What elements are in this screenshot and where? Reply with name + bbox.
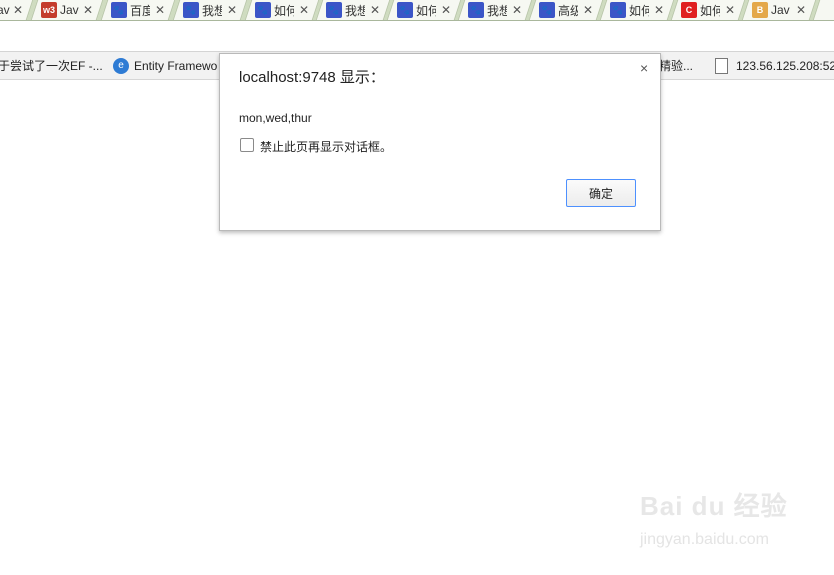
browser-tab[interactable]: Jav ✕ <box>0 0 34 20</box>
browser-tab[interactable]: 🐾 我想 ✕ <box>315 0 391 20</box>
suppress-dialogs-checkbox[interactable] <box>240 138 254 152</box>
tab-close-icon[interactable]: ✕ <box>583 3 593 17</box>
tab-strip: Jav ✕ w3 Jav ✕ 🐾 百度 ✕ 🐾 我想 ✕ 🐾 如何 ✕ 🐾 我想 ✕ 🐾 如何 ✕ 🐾 我想… <box>0 0 834 21</box>
tab-close-icon[interactable]: ✕ <box>512 3 522 17</box>
tab-title: 我想 <box>487 3 507 18</box>
tab-close-icon[interactable]: ✕ <box>299 3 309 17</box>
browser-tab[interactable]: B Jav ✕ <box>741 0 817 20</box>
page-icon <box>715 57 728 74</box>
bookmark-label: 精验... <box>659 59 694 73</box>
dialog-title: localhost:9748 显示： <box>239 69 385 86</box>
browser-tab[interactable]: 🐾 我想 ✕ <box>457 0 533 20</box>
baidu-paw-icon: 🐾 <box>468 2 484 18</box>
browser-toolbar <box>0 21 834 52</box>
baidu-paw-icon: 🐾 <box>183 2 199 18</box>
csdn-icon: C <box>681 2 697 18</box>
bookmark-item[interactable]: 精验... <box>659 52 693 79</box>
bookmark-item[interactable]: 于尝试了一次EF -... <box>0 52 103 79</box>
tab-title: Jav <box>0 3 10 17</box>
new-tab-button[interactable] <box>812 0 834 20</box>
js-icon: B <box>752 2 768 18</box>
baidu-paw-icon: 🐾 <box>539 2 555 18</box>
browser-tab[interactable]: 🐾 百度 ✕ <box>100 0 176 20</box>
tab-close-icon[interactable]: ✕ <box>83 3 93 17</box>
bookmark-item[interactable]: e Entity Framewo <box>113 52 217 79</box>
alert-dialog: localhost:9748 显示： × mon,wed,thur 禁止此页再显… <box>219 53 661 231</box>
bookmark-label: 123.56.125.208:52 <box>736 58 834 73</box>
browser-tab[interactable]: 🐾 我想 ✕ <box>172 0 248 20</box>
watermark-logo: Bai du 经验 <box>640 491 788 521</box>
browser-tab[interactable]: 🐾 如何 ✕ <box>599 0 675 20</box>
bookmark-item[interactable]: 123.56.125.208:52 <box>715 52 834 79</box>
tab-close-icon[interactable]: ✕ <box>155 3 165 17</box>
suppress-dialogs-label[interactable]: 禁止此页再显示对话框。 <box>260 138 392 155</box>
close-icon[interactable]: × <box>640 60 648 76</box>
baidu-paw-icon: 🐾 <box>326 2 342 18</box>
watermark-url: jingyan.baidu.com <box>640 531 769 548</box>
w3school-icon: w3 <box>41 2 57 18</box>
browser-tab[interactable]: C 如何 ✕ <box>670 0 746 20</box>
tab-title: 如何 <box>416 3 436 18</box>
browser-tab[interactable]: 🐾 如何 ✕ <box>244 0 320 20</box>
tab-title: 如何 <box>629 3 649 18</box>
tab-close-icon[interactable]: ✕ <box>796 3 806 17</box>
tab-title: 高级 <box>558 3 578 18</box>
baidu-paw-icon: 🐾 <box>255 2 271 18</box>
tab-close-icon[interactable]: ✕ <box>725 3 735 17</box>
browser-tab[interactable]: 🐾 高级 ✕ <box>528 0 604 20</box>
baidu-paw-icon: 🐾 <box>111 2 127 18</box>
tab-title: Jav <box>60 3 79 17</box>
tab-title: 我想 <box>345 3 365 18</box>
tab-title: Jav <box>771 3 790 17</box>
ie-icon: e <box>113 57 129 74</box>
browser-tab[interactable]: 🐾 如何 ✕ <box>386 0 462 20</box>
baidu-paw-icon: 🐾 <box>610 2 626 18</box>
bookmark-label: Entity Framewo <box>134 58 218 73</box>
dialog-message: mon,wed,thur <box>239 111 312 125</box>
tab-title: 我想 <box>202 3 222 18</box>
tab-close-icon[interactable]: ✕ <box>227 3 237 17</box>
bookmark-label: 于尝试了一次EF -... <box>0 59 103 73</box>
ok-button[interactable]: 确定 <box>566 179 636 207</box>
baidu-paw-icon: 🐾 <box>397 2 413 18</box>
tab-title: 如何 <box>274 3 294 18</box>
tab-title: 如何 <box>700 3 720 18</box>
baidu-jingyan-watermark: Bai du 经验 jingyan.baidu.com <box>640 486 820 556</box>
tab-close-icon[interactable]: ✕ <box>654 3 664 17</box>
tab-close-icon[interactable]: ✕ <box>13 3 23 17</box>
tab-close-icon[interactable]: ✕ <box>370 3 380 17</box>
tab-title: 百度 <box>130 3 150 18</box>
browser-tab[interactable]: w3 Jav ✕ <box>30 0 104 20</box>
tab-close-icon[interactable]: ✕ <box>441 3 451 17</box>
